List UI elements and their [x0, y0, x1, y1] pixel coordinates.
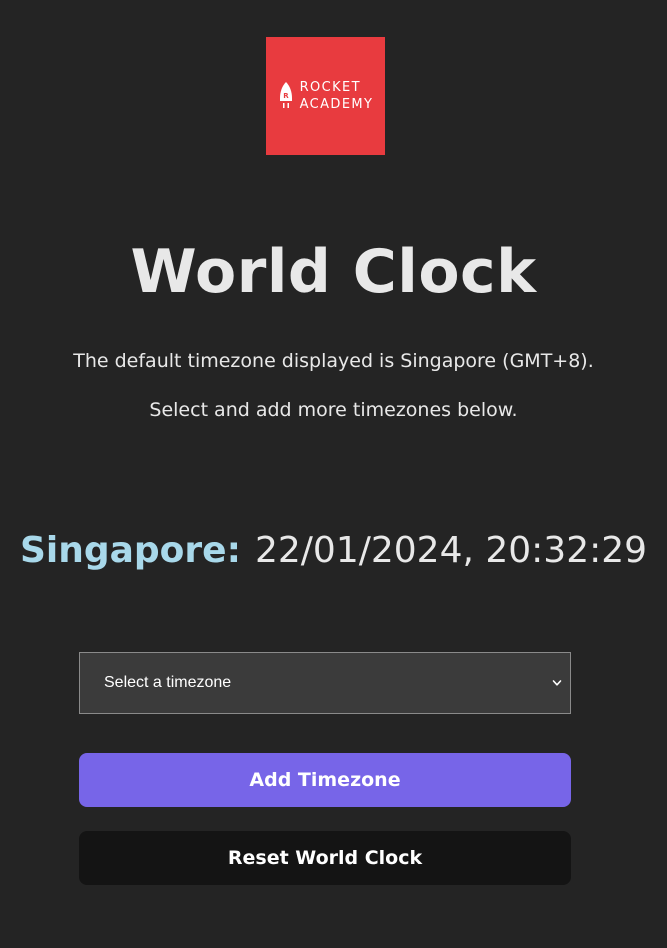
add-timezone-button[interactable]: Add Timezone: [79, 753, 571, 807]
logo-content: R ROCKET ACADEMY: [278, 79, 374, 113]
timezone-select-value: Select a timezone: [104, 674, 232, 691]
timezone-select[interactable]: Select a timezone: [79, 652, 571, 714]
chevron-down-icon: [552, 680, 562, 686]
logo-wordmark: ROCKET ACADEMY: [300, 79, 374, 113]
reset-world-clock-button[interactable]: Reset World Clock: [79, 831, 571, 885]
logo-line-1: ROCKET: [299, 80, 362, 95]
clock-row-singapore: Singapore: 22/01/2024, 20:32:29: [0, 527, 667, 581]
rocket-academy-logo: R ROCKET ACADEMY: [266, 37, 385, 155]
logo-line-2: ACADEMY: [299, 97, 374, 112]
default-timezone-description: The default timezone displayed is Singap…: [73, 350, 594, 372]
add-timezone-button-label: Add Timezone: [249, 769, 401, 791]
reset-world-clock-button-label: Reset World Clock: [227, 847, 423, 869]
clock-location-label: Singapore:: [19, 530, 241, 571]
page-title: World Clock: [130, 237, 537, 307]
instructions-text: Select and add more timezones below.: [149, 399, 518, 421]
logo-mark-letter: R: [283, 92, 289, 100]
clock-datetime: 22/01/2024, 20:32:29: [254, 530, 648, 571]
rocket-icon: R: [279, 82, 292, 108]
